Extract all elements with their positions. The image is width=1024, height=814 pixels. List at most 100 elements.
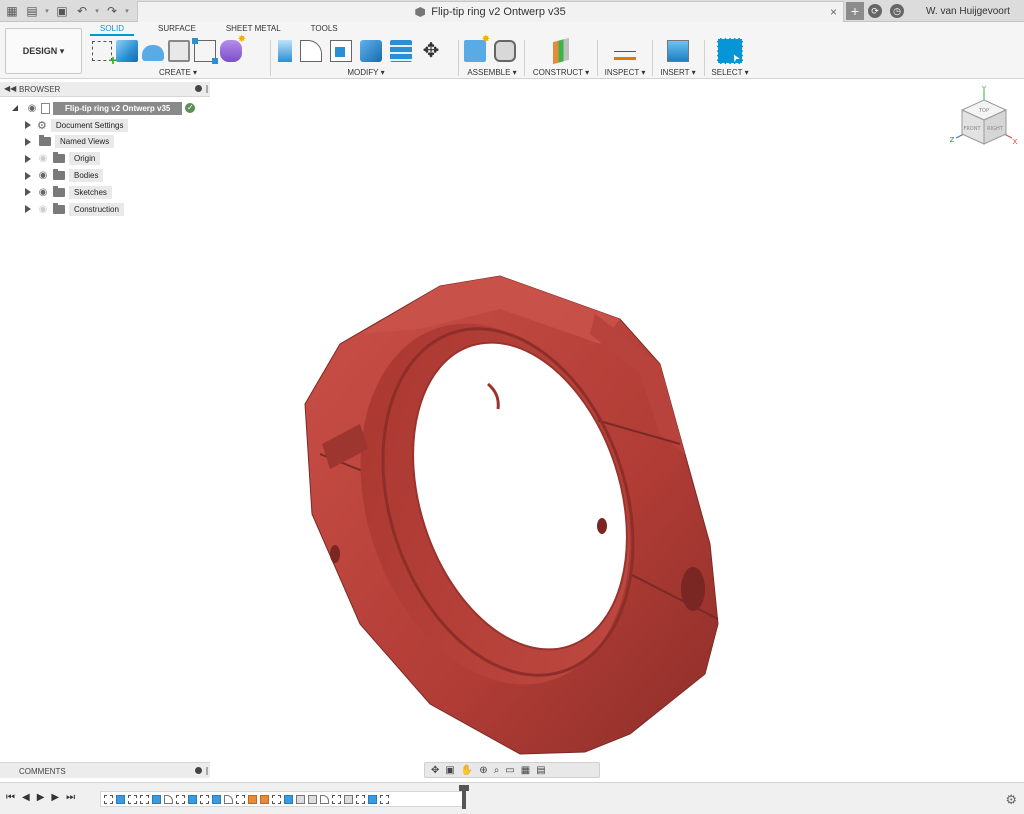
hole-icon[interactable] [168, 40, 190, 62]
select-icon[interactable] [717, 38, 743, 64]
collapse-triangle-icon[interactable] [12, 105, 18, 112]
timeline-settings-gear-icon[interactable]: ⚙ [1005, 792, 1017, 808]
joint-icon[interactable] [494, 40, 516, 62]
tree-root[interactable]: ◉ Flip-tip ring v2 Ontwerp v35 ✓ [0, 100, 210, 117]
expand-triangle-icon[interactable] [25, 205, 31, 214]
expand-triangle-icon[interactable] [25, 137, 31, 146]
tree-item-construction[interactable]: ◉ Construction [0, 201, 210, 218]
new-tab-button[interactable]: + [846, 2, 864, 20]
timeline-chamfer[interactable] [296, 794, 305, 804]
visibility-eye-icon[interactable]: ◉ [26, 103, 38, 114]
workspace-switcher-button[interactable]: DESIGN ▾ [5, 28, 82, 74]
revolve-icon[interactable] [142, 45, 164, 61]
timeline-sketch[interactable] [332, 794, 341, 804]
job-status-icon[interactable]: ◷ [890, 4, 904, 18]
create-menu[interactable]: CREATE ▾ [92, 68, 264, 77]
timeline-extrude[interactable] [152, 794, 161, 804]
extrude-icon[interactable] [116, 40, 138, 62]
tree-item-bodies[interactable]: ◉ Bodies [0, 167, 210, 184]
document-tab[interactable]: Flip-tip ring v2 Ontwerp v35 × [137, 1, 844, 22]
pan-icon[interactable]: ✋ [461, 765, 473, 776]
step-back-icon[interactable]: ◀ [22, 792, 30, 803]
measure-icon[interactable] [614, 48, 636, 60]
tree-item-origin[interactable]: ◉ Origin [0, 150, 210, 167]
root-component-label[interactable]: Flip-tip ring v2 Ontwerp v35 [53, 101, 183, 115]
view-cube[interactable]: TOP FRONT RIGHT Y Z X [948, 86, 1018, 154]
visibility-eye-icon[interactable]: ◉ [37, 170, 49, 181]
timeline-sketch[interactable] [380, 794, 389, 804]
fillet-icon[interactable] [300, 40, 322, 62]
timeline-sketch[interactable] [236, 794, 245, 804]
user-name[interactable]: W. van Huijgevoort [926, 6, 1010, 17]
timeline-extrude[interactable] [212, 794, 221, 804]
chamfer-icon[interactable] [330, 40, 352, 62]
file-dropdown-icon[interactable]: ▾ [44, 2, 50, 20]
timeline-sketch[interactable] [128, 794, 137, 804]
combine-icon[interactable] [360, 40, 382, 62]
timeline-sketch[interactable] [140, 794, 149, 804]
expand-triangle-icon[interactable] [25, 188, 31, 197]
undo-icon[interactable]: ↶ [74, 2, 90, 20]
tab-tools[interactable]: TOOLS [301, 22, 348, 36]
timeline-sketch[interactable] [176, 794, 185, 804]
step-forward-icon[interactable]: ▶ [51, 792, 59, 803]
collapse-browser-icon[interactable]: ◀◀ [4, 84, 16, 93]
tab-solid[interactable]: SOLID [90, 22, 135, 36]
timeline-extrude[interactable] [188, 794, 197, 804]
view-cube-right-face[interactable]: RIGHT [987, 126, 1004, 132]
viewports-icon[interactable]: ▤ [536, 765, 545, 776]
view-cube-top-face[interactable]: TOP [978, 108, 989, 114]
expand-triangle-icon[interactable] [25, 171, 31, 180]
expand-triangle-icon[interactable] [25, 121, 31, 130]
press-pull-icon[interactable] [278, 40, 292, 62]
assemble-menu[interactable]: ASSEMBLE ▾ [464, 68, 520, 77]
grid-settings-icon[interactable]: ▦ [521, 765, 530, 776]
close-tab-icon[interactable]: × [830, 5, 837, 19]
modify-menu[interactable]: MODIFY ▾ [278, 68, 454, 77]
tree-item-document-settings[interactable]: ⚙ Document Settings [0, 117, 210, 134]
ring-model[interactable] [300, 274, 730, 764]
timeline-fillet[interactable] [224, 794, 233, 804]
timeline-construction[interactable] [248, 794, 257, 804]
play-icon[interactable]: ▶ [37, 792, 45, 803]
visibility-eye-icon[interactable]: ◉ [37, 187, 49, 198]
comments-panel[interactable]: COMMENTS [0, 762, 210, 778]
tree-item-named-views[interactable]: Named Views [0, 134, 210, 151]
undo-dropdown-icon[interactable]: ▾ [94, 2, 100, 20]
tab-sheet-metal[interactable]: SHEET METAL [216, 22, 291, 36]
timeline-chamfer[interactable] [308, 794, 317, 804]
display-settings-icon[interactable]: ▭ [505, 765, 514, 776]
offset-plane-icon[interactable] [553, 37, 569, 65]
timeline-construction[interactable] [260, 794, 269, 804]
new-component-icon[interactable] [464, 34, 490, 62]
comments-add-icon[interactable] [195, 767, 202, 774]
split-body-icon[interactable] [390, 40, 412, 62]
timeline-sketch[interactable] [272, 794, 281, 804]
fit-icon[interactable]: ⌕ [494, 765, 500, 776]
timeline-sketch[interactable] [200, 794, 209, 804]
comments-pin-icon[interactable] [206, 767, 208, 775]
browser-options-icon[interactable] [195, 85, 202, 92]
look-at-icon[interactable]: ▣ [445, 765, 454, 776]
browser-pin-icon[interactable] [206, 85, 208, 93]
extensions-icon[interactable]: ⟳ [868, 4, 882, 18]
create-form-icon[interactable] [220, 34, 246, 62]
timeline-sketch[interactable] [356, 794, 365, 804]
timeline-extrude[interactable] [368, 794, 377, 804]
visibility-eye-off-icon[interactable]: ◉ [37, 204, 49, 215]
go-to-start-icon[interactable]: ⏮ [6, 792, 15, 803]
create-sketch-icon[interactable] [92, 41, 117, 68]
zoom-icon[interactable]: ⊕ [479, 765, 487, 776]
timeline-extrude[interactable] [116, 794, 125, 804]
tab-surface[interactable]: SURFACE [148, 22, 206, 36]
insert-image-icon[interactable] [667, 40, 689, 62]
tree-item-sketches[interactable]: ◉ Sketches [0, 184, 210, 201]
save-icon[interactable]: ▣ [54, 2, 70, 20]
pattern-icon[interactable] [192, 38, 218, 64]
timeline-marker[interactable] [459, 785, 469, 809]
inspect-menu[interactable]: INSPECT ▾ [603, 68, 647, 77]
redo-icon[interactable]: ↷ [104, 2, 120, 20]
redo-dropdown-icon[interactable]: ▾ [124, 2, 130, 20]
expand-triangle-icon[interactable] [25, 154, 31, 163]
orbit-icon[interactable]: ✥ [431, 765, 439, 776]
